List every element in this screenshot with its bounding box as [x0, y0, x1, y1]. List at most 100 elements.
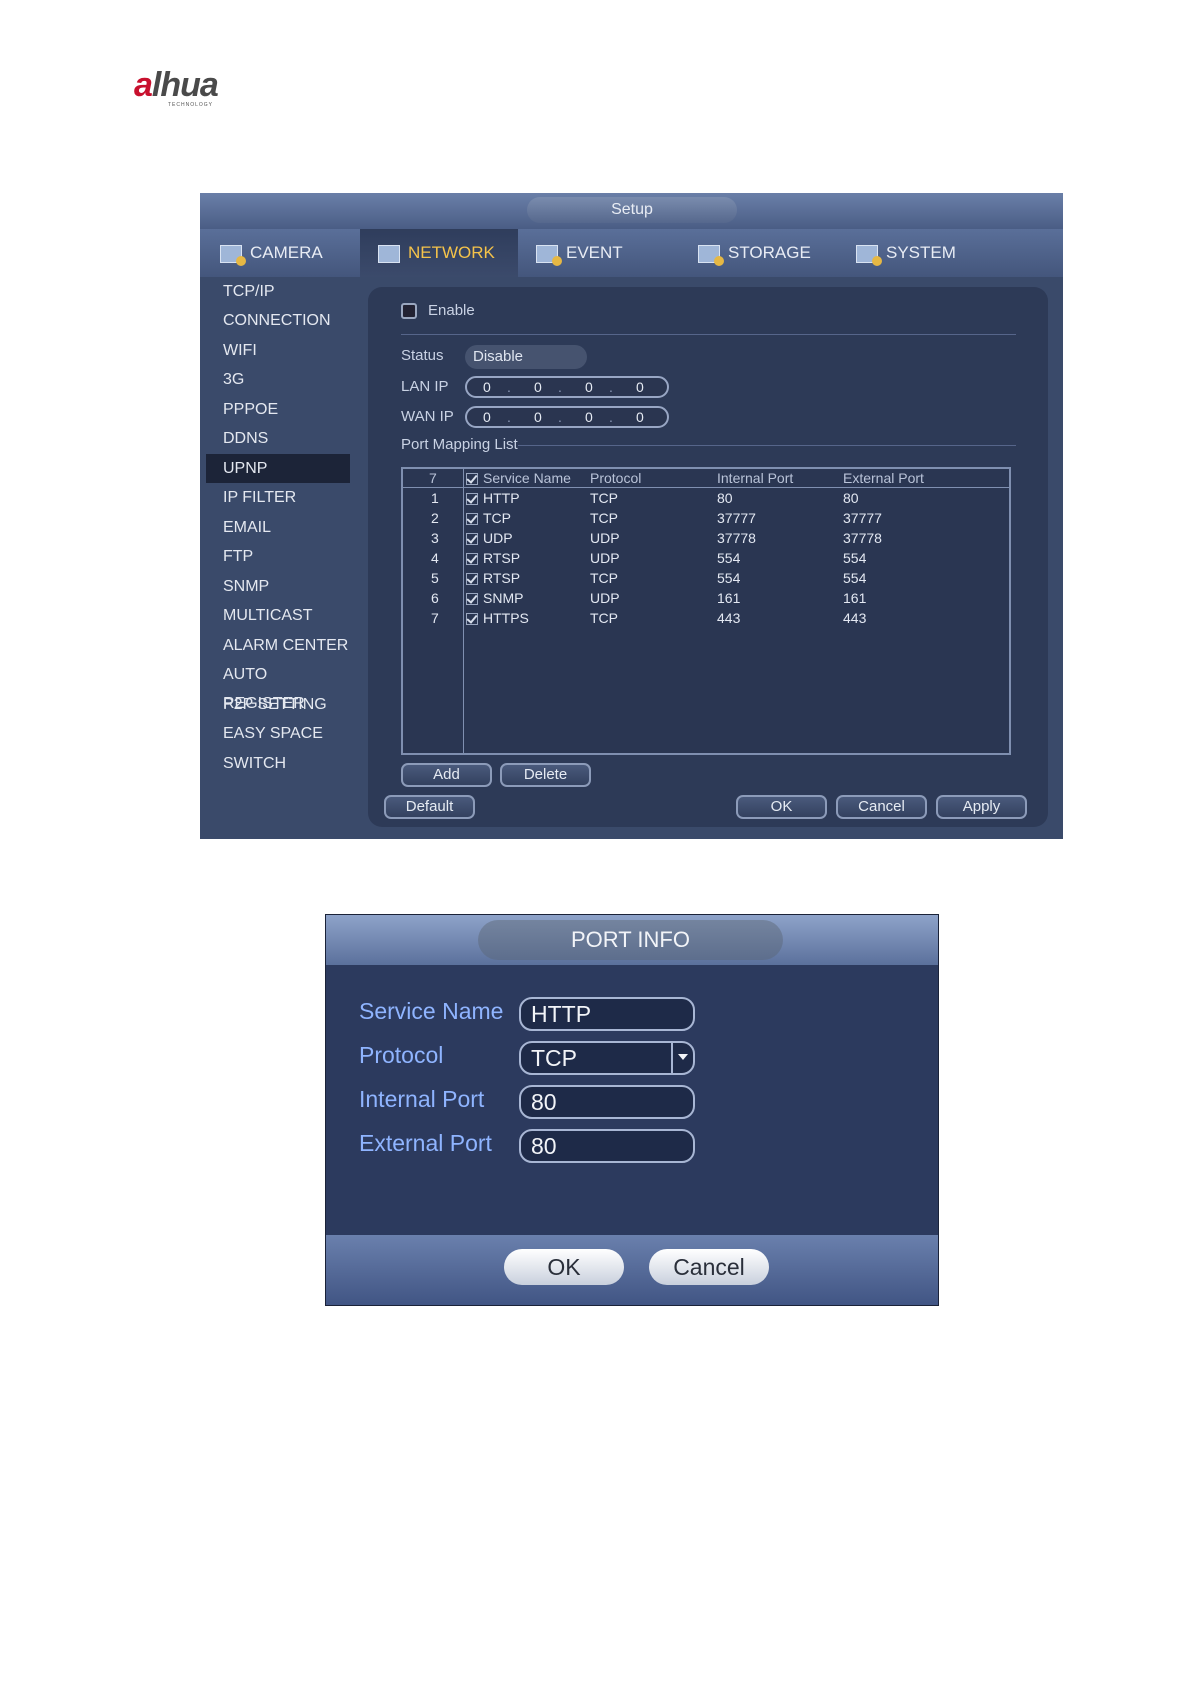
- table-row[interactable]: 5 RTSP TCP 554 554: [403, 569, 1009, 589]
- camera-icon: [220, 242, 246, 266]
- divider: [518, 445, 1016, 446]
- row-checkbox[interactable]: [466, 613, 478, 625]
- main-tab-bar: CAMERA NETWORK EVENT STORAGE SYSTEM: [200, 229, 1063, 277]
- lan-ip-field[interactable]: 0 . 0 . 0 . 0: [465, 376, 669, 398]
- row-checkbox[interactable]: [466, 533, 478, 545]
- row-external-port: 37778: [843, 530, 882, 546]
- row-external-port: 161: [843, 590, 867, 606]
- sidebar-item-switch[interactable]: SWITCH: [206, 749, 350, 778]
- enable-checkbox[interactable]: [401, 303, 417, 319]
- wan-ip-field[interactable]: 0 . 0 . 0 . 0: [465, 406, 669, 428]
- table-row[interactable]: 2 TCP TCP 37777 37777: [403, 509, 1009, 529]
- sidebar-item-ftp[interactable]: FTP: [206, 542, 350, 571]
- table-row[interactable]: 7 HTTPS TCP 443 443: [403, 609, 1009, 629]
- sidebar-item-pppoe[interactable]: PPPOE: [206, 395, 350, 424]
- external-port-input[interactable]: 80: [519, 1129, 695, 1163]
- sidebar-item-email[interactable]: EMAIL: [206, 513, 350, 542]
- sidebar-item-auto-register[interactable]: AUTO REGISTER: [206, 660, 350, 712]
- row-protocol: TCP: [590, 570, 618, 586]
- sidebar-item-easy-space[interactable]: EASY SPACE: [206, 719, 350, 748]
- sidebar-item-alarm-center[interactable]: ALARM CENTER: [206, 631, 350, 660]
- row-checkbox[interactable]: [466, 553, 478, 565]
- add-button[interactable]: Add: [401, 763, 492, 787]
- internal-port-label: Internal Port: [359, 1086, 485, 1112]
- service-name-label: Service Name: [359, 998, 504, 1024]
- row-external-port: 554: [843, 570, 867, 586]
- row-service: SNMP: [483, 590, 524, 606]
- row-service: RTSP: [483, 550, 521, 566]
- row-checkbox[interactable]: [466, 513, 478, 525]
- sidebar-item-tcpip[interactable]: TCP/IP: [206, 277, 350, 306]
- row-service: RTSP: [483, 570, 521, 586]
- lan-ip-octet-2: 0: [534, 379, 542, 395]
- cancel-button[interactable]: Cancel: [836, 795, 927, 819]
- dialog-footer: [326, 1235, 938, 1305]
- tab-storage[interactable]: STORAGE: [698, 229, 848, 277]
- enable-label: Enable: [428, 302, 475, 319]
- sidebar-item-p2p-setting[interactable]: P2P SETTING: [206, 690, 350, 719]
- delete-button[interactable]: Delete: [500, 763, 591, 787]
- apply-button[interactable]: Apply: [936, 795, 1027, 819]
- row-internal-port: 554: [717, 550, 741, 566]
- dahua-logo: alhua TECHNOLOGY: [134, 66, 264, 110]
- network-icon: [378, 242, 402, 264]
- wan-ip-octet-3: 0: [585, 409, 593, 425]
- row-checkbox[interactable]: [466, 593, 478, 605]
- row-checkbox[interactable]: [466, 573, 478, 585]
- row-service: HTTPS: [483, 610, 529, 626]
- setup-titlebar: Setup: [200, 193, 1063, 229]
- dialog-cancel-button[interactable]: Cancel: [649, 1249, 769, 1285]
- row-external-port: 554: [843, 550, 867, 566]
- upnp-panel: Enable Status Disable LAN IP 0 . 0 . 0 .…: [368, 287, 1048, 827]
- tab-event-label: EVENT: [566, 243, 623, 262]
- row-index: 1: [431, 490, 439, 506]
- tab-network-label: NETWORK: [408, 243, 495, 262]
- row-internal-port: 80: [717, 490, 733, 506]
- sidebar-item-ip-filter[interactable]: IP FILTER: [206, 483, 350, 512]
- row-external-port: 443: [843, 610, 867, 626]
- row-protocol: TCP: [590, 610, 618, 626]
- table-row[interactable]: 6 SNMP UDP 161 161: [403, 589, 1009, 609]
- event-icon: [536, 242, 562, 266]
- row-internal-port: 161: [717, 590, 741, 606]
- select-all-checkbox[interactable]: [466, 473, 478, 485]
- default-button[interactable]: Default: [384, 795, 475, 819]
- logo-tagline: TECHNOLOGY: [168, 102, 214, 108]
- sidebar-item-upnp[interactable]: UPNP: [206, 454, 350, 483]
- setup-window: Setup CAMERA NETWORK EVENT STORAGE SYSTE…: [200, 193, 1063, 839]
- lan-ip-octet-3: 0: [585, 379, 593, 395]
- table-row[interactable]: 4 RTSP UDP 554 554: [403, 549, 1009, 569]
- dialog-ok-button[interactable]: OK: [504, 1249, 624, 1285]
- row-service: HTTP: [483, 490, 520, 506]
- row-index: 5: [431, 570, 439, 586]
- col-external-port: External Port: [843, 470, 924, 486]
- row-external-port: 37777: [843, 510, 882, 526]
- sidebar-item-ddns[interactable]: DDNS: [206, 424, 350, 453]
- sidebar-item-connection[interactable]: CONNECTION: [206, 306, 350, 335]
- sidebar-item-snmp[interactable]: SNMP: [206, 572, 350, 601]
- tab-camera-label: CAMERA: [250, 243, 323, 262]
- tab-camera[interactable]: CAMERA: [200, 229, 360, 277]
- row-index: 6: [431, 590, 439, 606]
- sidebar-item-multicast[interactable]: MULTICAST: [206, 601, 350, 630]
- row-checkbox[interactable]: [466, 493, 478, 505]
- table-row[interactable]: 3 UDP UDP 37778 37778: [403, 529, 1009, 549]
- port-mapping-label: Port Mapping List: [401, 436, 518, 453]
- tab-network[interactable]: NETWORK: [360, 229, 518, 277]
- sidebar-item-wifi[interactable]: WIFI: [206, 336, 350, 365]
- protocol-select[interactable]: TCP: [519, 1041, 695, 1075]
- sidebar-item-3g[interactable]: 3G: [206, 365, 350, 394]
- col-internal-port: Internal Port: [717, 470, 794, 486]
- storage-icon: [698, 242, 724, 266]
- internal-port-input[interactable]: 80: [519, 1085, 695, 1119]
- wan-ip-octet-1: 0: [483, 409, 491, 425]
- tab-system[interactable]: SYSTEM: [856, 229, 1006, 277]
- table-row[interactable]: 1 HTTP TCP 80 80: [403, 489, 1009, 509]
- divider: [401, 334, 1016, 335]
- row-service: TCP: [483, 510, 511, 526]
- service-name-input[interactable]: HTTP: [519, 997, 695, 1031]
- port-info-dialog: PORT INFO Service Name HTTP Protocol TCP…: [325, 914, 939, 1306]
- tab-event[interactable]: EVENT: [536, 229, 686, 277]
- chevron-down-icon[interactable]: [671, 1043, 693, 1073]
- ok-button[interactable]: OK: [736, 795, 827, 819]
